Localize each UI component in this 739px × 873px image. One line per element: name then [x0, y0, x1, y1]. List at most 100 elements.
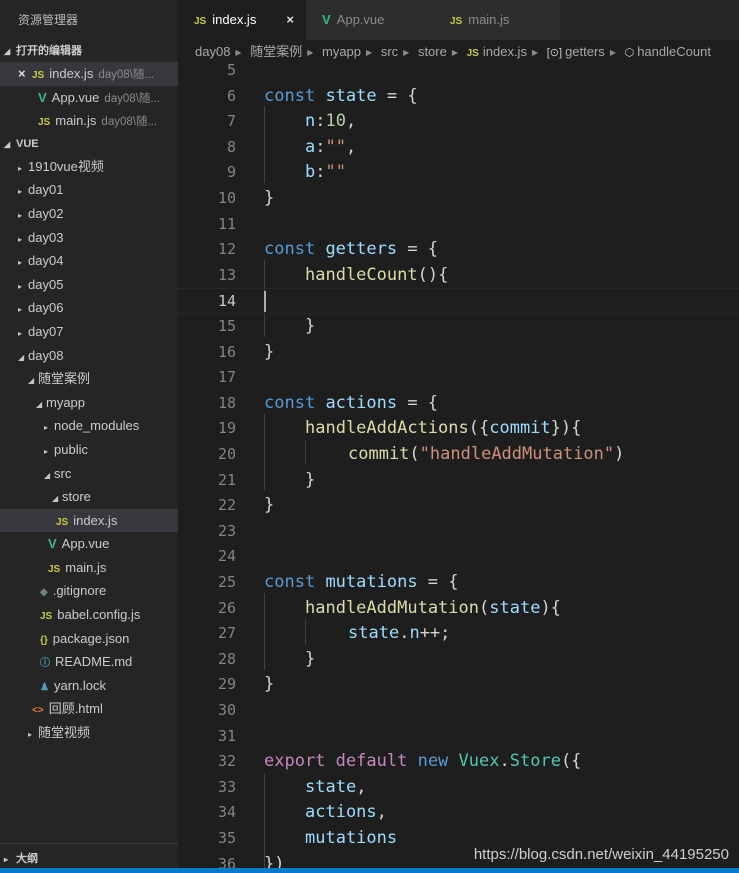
tree-item-folder[interactable]: ◢ 随堂案例	[0, 367, 178, 391]
chevron-down-icon: ◢	[4, 139, 11, 149]
tree-item-folder[interactable]: ▸ day03	[0, 226, 178, 250]
tree-item-folder[interactable]: ▸ public	[0, 438, 178, 462]
tree-item-folder[interactable]: ▸ 随堂视频	[0, 721, 178, 745]
code-line-current: 14	[178, 288, 739, 314]
tree-item-label: day07	[28, 323, 64, 339]
line-number: 13	[217, 266, 236, 284]
tree-item-folder[interactable]: ◢ day08	[0, 344, 178, 368]
line-number: 12	[217, 240, 236, 258]
code-line: 33 state,	[178, 775, 739, 801]
open-editor-desc: day08\随...	[104, 92, 160, 105]
tree-item-folder[interactable]: ▸ day01	[0, 178, 178, 202]
tree-item-file[interactable]: V App.vue	[0, 532, 178, 556]
open-editor-label: index.js	[49, 66, 94, 81]
close-icon[interactable]: ×	[18, 62, 32, 86]
line-number: 11	[217, 215, 236, 233]
tree-item-label: .gitignore	[52, 583, 107, 599]
tree-item-file-index-js[interactable]: JS index.js	[0, 508, 178, 533]
tree-item-folder[interactable]: ▸ 1910vue视频	[0, 155, 178, 179]
tree-item-file[interactable]: ◆ .gitignore	[0, 579, 178, 603]
tree-item-file[interactable]: ⓘ README.md	[0, 650, 178, 674]
code-line: 31	[178, 724, 739, 750]
breadcrumb-item[interactable]: myapp	[322, 44, 361, 59]
breadcrumb-item[interactable]: day08	[195, 44, 230, 59]
open-editor-item-main-js[interactable]: JS main.js day08\随...	[0, 109, 178, 133]
js-file-icon: JS	[194, 16, 207, 27]
js-file-icon: JS	[32, 70, 45, 81]
workspace-header[interactable]: ◢ VUE	[0, 133, 178, 155]
tree-item-label: day08	[28, 347, 64, 363]
code-line: 18 const actions = {	[178, 391, 739, 417]
close-icon[interactable]: ×	[286, 0, 294, 40]
chevron-right-icon: ▶	[366, 48, 373, 57]
tree-item-file[interactable]: ♟ yarn.lock	[0, 674, 178, 698]
code-line: 11	[178, 212, 739, 238]
tree-item-label: index.js	[73, 512, 118, 528]
tree-item-label: README.md	[55, 654, 133, 670]
js-file-icon: JS	[38, 117, 51, 129]
line-number: 15	[217, 317, 236, 335]
tree-item-folder[interactable]: ▸ day02	[0, 202, 178, 226]
code-line: 26 handleAddMutation(state){	[178, 596, 739, 622]
code-line: 19 handleAddActions({commit}){	[178, 416, 739, 442]
tree-item-folder[interactable]: ▸ day07	[0, 320, 178, 344]
tree-item-folder[interactable]: ▸ node_modules	[0, 414, 178, 438]
line-number: 29	[217, 675, 236, 693]
js-file-icon: JS	[40, 611, 53, 623]
tree-item-folder[interactable]: ◢ src	[0, 462, 178, 486]
line-number: 19	[217, 419, 236, 437]
breadcrumb-item[interactable]: index.js	[483, 44, 527, 59]
code-line: 32 export default new Vuex.Store({	[178, 749, 739, 775]
open-editor-label: main.js	[55, 113, 97, 129]
tab-app-vue[interactable]: V App.vue	[306, 0, 434, 40]
open-editor-item-index-js[interactable]: × JS index.js day08\随...	[0, 62, 178, 86]
code-line: 12 const getters = {	[178, 237, 739, 263]
tab-main-js[interactable]: JS main.js	[434, 0, 560, 40]
breadcrumb-item[interactable]: src	[381, 44, 398, 59]
code-editor[interactable]: 5 6 const state = { 7 n:10, 8 a:"", 9 b:"" 1…	[178, 64, 739, 873]
tree-item-file[interactable]: JS babel.config.js	[0, 603, 178, 627]
workspace-title: VUE	[16, 137, 39, 150]
vue-file-icon: V	[38, 89, 47, 105]
breadcrumb-item[interactable]: handleCount	[637, 44, 711, 59]
tree-item-file[interactable]: JS main.js	[0, 556, 178, 580]
open-editor-desc: day08\随...	[98, 69, 154, 81]
tree-item-folder[interactable]: ◢ store	[0, 485, 178, 509]
breadcrumb-item[interactable]: 随堂案例	[250, 44, 302, 59]
tab-index-js[interactable]: JS index.js ×	[178, 0, 306, 40]
tree-item-label: public	[54, 441, 88, 457]
yarn-icon: ♟	[40, 681, 49, 693]
line-number: 8	[226, 138, 236, 156]
open-editors-title: 打开的编辑器	[16, 45, 82, 57]
tree-item-folder[interactable]: ◢ myapp	[0, 391, 178, 415]
code-line: 17	[178, 365, 739, 391]
breadcrumb-item[interactable]: store	[418, 44, 447, 59]
line-number: 14	[217, 292, 236, 310]
chevron-right-icon: ▸	[18, 234, 23, 244]
breadcrumb: day08 ▶ 随堂案例 ▶ myapp ▶ src ▶ store ▶ JS index.…	[178, 40, 739, 64]
tree-item-label: App.vue	[61, 536, 110, 552]
chevron-right-icon: ▶	[609, 48, 616, 57]
js-file-icon: JS	[56, 516, 69, 528]
tree-item-folder[interactable]: ▸ day05	[0, 273, 178, 297]
line-number: 9	[226, 163, 236, 181]
line-number: 32	[217, 752, 236, 770]
open-editors-header[interactable]: ◢ 打开的编辑器	[0, 40, 178, 62]
chevron-right-icon: ▶	[307, 48, 314, 57]
open-editor-item-app-vue[interactable]: V App.vue day08\随...	[0, 86, 178, 110]
status-bar	[0, 868, 739, 873]
tree-item-label: store	[62, 489, 91, 505]
chevron-right-icon: ▸	[28, 730, 33, 740]
tab-label: main.js	[468, 12, 510, 27]
tree-item-label: day03	[28, 229, 64, 245]
tree-item-file[interactable]: <> 回顾.html	[0, 697, 178, 721]
line-number: 24	[217, 547, 236, 565]
tree-item-label: yarn.lock	[53, 677, 106, 693]
breadcrumb-item[interactable]: getters	[565, 44, 605, 59]
tree-item-folder[interactable]: ▸ day06	[0, 296, 178, 320]
tree-item-file[interactable]: {} package.json	[0, 627, 178, 651]
chevron-right-icon: ▸	[44, 423, 49, 433]
code-line: 21}	[178, 468, 739, 494]
chevron-down-icon: ◢	[52, 494, 59, 504]
tree-item-folder[interactable]: ▸ day04	[0, 249, 178, 273]
